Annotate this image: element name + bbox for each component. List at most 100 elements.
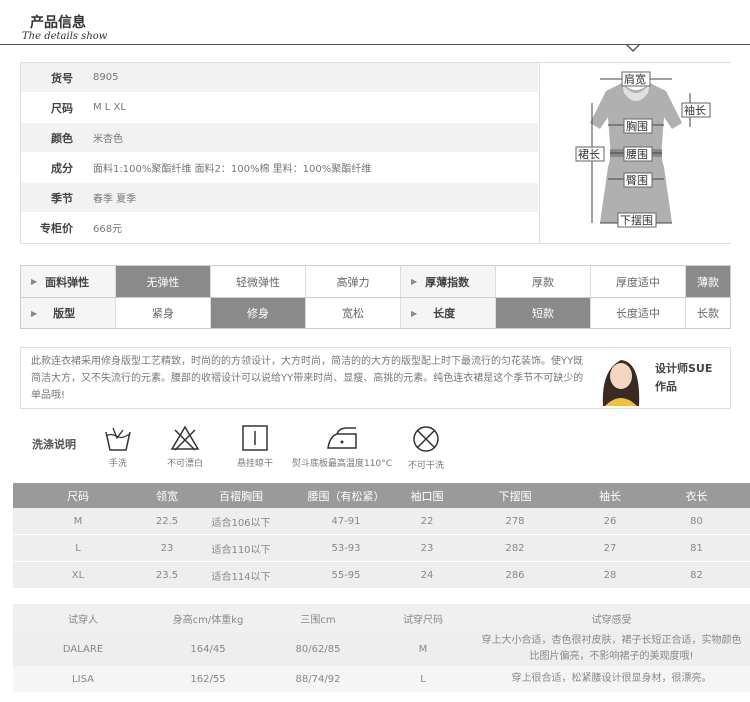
attr-option: 薄款: [686, 266, 730, 297]
column-header: 试穿人: [68, 614, 98, 626]
table-row: M 22.5 适合106以下 47-91 22 278 26 80: [13, 508, 750, 535]
dress-measurement-diagram: 肩宽 袖长 胸围 裙长 腰围 臀围 下摆围: [539, 63, 731, 243]
table-cell: LISA: [72, 673, 94, 685]
table-cell: 80: [690, 515, 703, 527]
size-table-header: 尺码 领宽 百褶胸围 腰围（有松紧） 袖口围 下摆围 袖长 衣长: [13, 483, 750, 508]
label-hip: 臀围: [626, 174, 648, 187]
attr-option: 短款: [496, 298, 591, 328]
table-cell: 162/55: [190, 673, 226, 685]
iron-icon: [327, 427, 357, 449]
column-header: 身高cm/体重kg: [172, 614, 244, 626]
label-length: 裙长: [578, 148, 600, 161]
column-header: 试穿感受: [591, 614, 632, 626]
table-cell: L: [75, 542, 81, 554]
attr-heading: ▶ 版型: [21, 298, 116, 328]
attr-option: 无弹性: [116, 266, 211, 297]
column-header: 袖长: [599, 489, 621, 503]
section-title: 产品信息: [30, 15, 86, 31]
table-row: DALARE 164/45 80/62/85 M 穿上大小合适，杏色很衬皮肤，裙…: [13, 632, 750, 666]
size-table: 尺码 领宽 百褶胸围 腰围（有松紧） 袖口围 下摆围 袖长 衣长 M 22.5 …: [13, 483, 750, 589]
attr-heading: ▶ 面料弹性: [21, 266, 116, 297]
column-header: 尺码: [67, 489, 89, 503]
triangle-icon: ▶: [411, 277, 418, 286]
label-shoulder: 肩宽: [624, 72, 646, 86]
table-cell: 23: [420, 542, 434, 554]
column-header: 下摆围: [498, 489, 532, 503]
label-hem: 下摆围: [620, 213, 653, 227]
table-cell: 适合110以下: [211, 544, 271, 556]
product-info-list: 货号 8905 尺码 M L XL 颜色 米杏色 成分 面料1:100%聚酯纤维…: [21, 63, 538, 243]
info-row-season: 季节 春季 夏季: [21, 183, 538, 213]
no-bleach-icon: [170, 425, 200, 451]
designer-avatar: [593, 350, 649, 406]
info-key: 季节: [51, 191, 73, 205]
attr-option: 厚款: [496, 266, 591, 297]
attr-option: 长度适中: [591, 298, 686, 328]
attr-option: 宽松: [306, 298, 401, 328]
table-cell: 80/62/85: [295, 643, 341, 655]
column-header: 领宽: [156, 489, 178, 503]
designer-credit: 设计师SUE 作品: [655, 362, 713, 393]
table-cell: 适合114以下: [211, 571, 271, 583]
info-row-sku: 货号 8905: [21, 63, 538, 93]
attr-option: 修身: [211, 298, 306, 328]
info-value: 春季 夏季: [93, 194, 137, 205]
info-key: 专柜价: [40, 221, 73, 235]
info-row-color: 颜色 米杏色: [21, 123, 538, 153]
table-row: LISA 162/55 88/74/92 L 穿上很合适，松紧腰设计很显身材，很…: [13, 666, 750, 692]
table-cell: 53-93: [331, 542, 361, 554]
label-chest: 胸围: [626, 119, 648, 133]
table-cell: 23: [160, 542, 174, 554]
table-cell: 适合106以下: [211, 517, 271, 529]
triangle-icon: ▶: [31, 277, 38, 286]
care-instructions: 洗涤说明 手洗 不可漂白 悬挂晾干 熨斗底板最高温度110°C 不可干洗: [20, 414, 731, 472]
info-value: 8905: [93, 72, 119, 83]
table-cell: 88/74/92: [295, 673, 341, 685]
care-item: 手洗: [98, 424, 138, 469]
triangle-icon: ▶: [31, 308, 38, 318]
description-text: 此款连衣裙采用修身版型工艺精致，时尚的的方领设计，大方时尚，简洁的的大方的版型配…: [31, 356, 584, 401]
column-header: 试穿尺码: [403, 614, 443, 626]
no-dry-clean-icon: [413, 426, 439, 452]
table-cell: 55-95: [331, 569, 361, 581]
column-header: 袖口围: [410, 489, 444, 503]
attribute-row: ▶ 面料弹性 无弹性 轻微弹性 高弹力 ▶ 厚薄指数 厚款 厚度适中 薄款: [21, 266, 730, 297]
table-cell: 23.5: [155, 569, 179, 581]
table-cell: 282: [505, 542, 525, 554]
fitting-table-header: 试穿人 身高cm/体重kg 三围cm 试穿尺码 试穿感受: [13, 604, 750, 632]
table-cell: 22: [420, 515, 434, 527]
column-header: 腰围（有松紧）: [307, 489, 385, 503]
info-key: 成分: [51, 161, 73, 175]
product-description: 此款连衣裙采用修身版型工艺精致，时尚的的方领设计，大方时尚，简洁的的大方的版型配…: [20, 347, 731, 409]
table-cell: 26: [603, 515, 617, 527]
table-cell: 47-91: [331, 515, 361, 527]
table-cell: 286: [505, 569, 525, 581]
table-cell: 28: [603, 569, 617, 581]
table-cell: XL: [71, 569, 85, 581]
attr-option: 厚度适中: [591, 266, 686, 297]
product-info-panel: 货号 8905 尺码 M L XL 颜色 米杏色 成分 面料1:100%聚酯纤维…: [20, 62, 731, 244]
column-header: 百褶胸围: [219, 489, 263, 503]
table-cell: M: [418, 643, 428, 655]
info-row-price: 专柜价 668元: [21, 213, 538, 243]
info-value: 面料1:100%聚酯纤维 面料2：100%棉 里料：100%聚酯纤维: [93, 164, 372, 175]
info-row-size: 尺码 M L XL: [21, 93, 538, 123]
fitting-table: 试穿人 身高cm/体重kg 三围cm 试穿尺码 试穿感受 DALARE 164/…: [13, 604, 750, 692]
column-header: 衣长: [685, 489, 708, 503]
table-row: L 23 适合110以下 53-93 23 282 27 81: [13, 535, 750, 562]
info-value: 668元: [93, 224, 123, 235]
table-cell: 278: [505, 515, 525, 527]
table-cell: M: [73, 515, 83, 527]
care-item: 熨斗底板最高温度110°C: [292, 424, 392, 469]
dress-sketch: 肩宽 袖长 胸围 裙长 腰围 臀围 下摆围: [575, 71, 711, 228]
table-row: XL 23.5 适合114以下 55-95 24 286 28 82: [13, 562, 750, 589]
table-cell: 81: [690, 542, 703, 554]
attr-option: 紧身: [116, 298, 211, 328]
table-cell: 82: [690, 569, 703, 581]
info-key: 颜色: [51, 131, 73, 145]
label-waist: 腰围: [626, 148, 648, 161]
info-value: 米杏色: [93, 134, 123, 145]
attribute-table: ▶ 面料弹性 无弹性 轻微弹性 高弹力 ▶ 厚薄指数 厚款 厚度适中 薄款 ▶ 版型 …: [20, 265, 731, 329]
column-header: 三围cm: [300, 614, 336, 626]
table-cell: 22.5: [155, 515, 179, 527]
